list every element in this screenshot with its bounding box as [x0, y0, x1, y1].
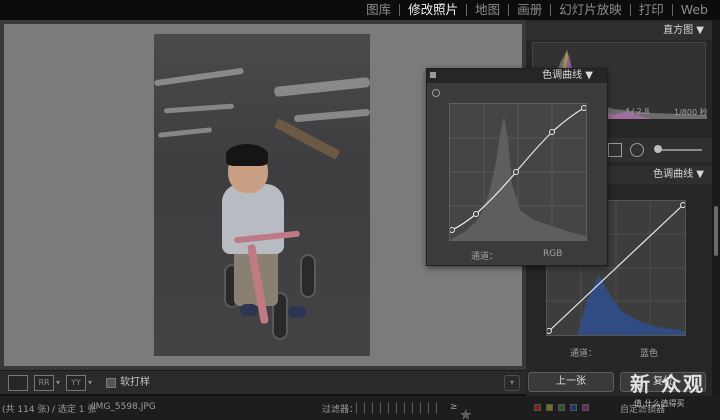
color-blue[interactable] — [570, 404, 577, 411]
crop-tool-icon[interactable] — [608, 143, 622, 157]
target-adjust-icon[interactable] — [432, 89, 440, 97]
chevron-down-icon[interactable]: ▾ — [88, 378, 92, 387]
histogram-header[interactable]: 直方图 ▼ — [526, 22, 712, 40]
module-web[interactable]: Web — [673, 0, 716, 20]
road-line — [273, 118, 341, 160]
module-develop[interactable]: 修改照片 — [400, 0, 466, 20]
photo-count: (共 114 张) — [2, 405, 50, 415]
view-toolbar: RR ▾ YY ▾ 软打样 ▾ — [0, 370, 526, 394]
color-red[interactable] — [534, 404, 541, 411]
shutter-readout: 1/800 秒 — [674, 108, 708, 117]
spot-removal-icon[interactable] — [630, 143, 644, 157]
road-marking — [273, 77, 370, 97]
before-after-split-icon[interactable]: YY — [66, 375, 86, 391]
tone-curve-title: 色调曲线 — [653, 169, 694, 180]
rating-star[interactable]: ★ — [460, 408, 473, 420]
loupe-view-icon[interactable] — [8, 375, 28, 391]
rating-operator[interactable]: ≥ — [450, 402, 458, 412]
bike-wheel — [300, 254, 316, 298]
tone-curve-rgb[interactable] — [449, 103, 587, 241]
child-shoe — [240, 304, 258, 316]
float-title-bar[interactable]: 色调曲线 ▼ — [427, 69, 607, 83]
module-print[interactable]: 打印 — [631, 0, 672, 20]
brush-slider-knob[interactable] — [654, 145, 662, 153]
color-label-filter[interactable] — [534, 404, 589, 411]
tone-curve-floating-window[interactable]: 色调曲线 ▼ 通道： RGB — [426, 68, 608, 266]
module-bar: 图库 修改照片 地图 画册 幻灯片放映 打印 Web — [0, 0, 720, 20]
histogram-title: 直方图 — [663, 25, 694, 36]
softproof-checkbox[interactable] — [106, 378, 116, 388]
rgb-curve-graph — [449, 104, 587, 240]
watermark-logo: 新 众观 — [630, 372, 705, 396]
road-marking — [154, 67, 244, 87]
brush-slider-track[interactable] — [656, 149, 702, 151]
module-map[interactable]: 地图 — [467, 0, 508, 20]
color-purple[interactable] — [582, 404, 589, 411]
flag-filter-icons[interactable] — [356, 402, 438, 414]
watermark-sub: 值 什么值得买 — [634, 399, 685, 408]
road-marking — [157, 127, 213, 138]
before-after-icon[interactable]: RR — [34, 375, 54, 391]
color-green[interactable] — [558, 404, 565, 411]
float-channel-label: 通道： — [471, 252, 499, 262]
color-yellow[interactable] — [546, 404, 553, 411]
float-channel-value[interactable]: RGB — [543, 249, 562, 259]
scrollbar-thumb[interactable] — [714, 206, 718, 256]
channel-value[interactable]: 蓝色 — [640, 346, 658, 359]
softproof-label: 软打样 — [120, 377, 150, 388]
channel-label: 通道： — [570, 349, 598, 359]
module-library[interactable]: 图库 — [358, 0, 399, 20]
chevron-down-icon[interactable]: ▾ — [56, 378, 60, 387]
filename[interactable]: /IMG_5598.JPG — [90, 402, 156, 412]
road-marking — [163, 103, 235, 114]
float-title: 色调曲线 — [542, 70, 583, 81]
photo[interactable] — [154, 34, 370, 356]
module-book[interactable]: 画册 — [509, 0, 550, 20]
panel-scrollbar[interactable] — [712, 20, 720, 396]
filter-label: 过滤器： — [322, 405, 359, 415]
status-bar: (共 114 张) / 选定 1 张 /IMG_5598.JPG 过滤器： ≥ … — [0, 396, 720, 420]
close-icon[interactable] — [430, 72, 436, 78]
toolbar-menu-icon[interactable]: ▾ — [504, 375, 520, 391]
aperture-readout: f / 2.8 — [626, 107, 650, 116]
child-shoe — [288, 306, 306, 318]
previous-button[interactable]: 上一张 — [528, 372, 614, 392]
child-hair — [226, 144, 268, 166]
road-marking — [293, 108, 370, 123]
module-slideshow[interactable]: 幻灯片放映 — [551, 0, 630, 20]
